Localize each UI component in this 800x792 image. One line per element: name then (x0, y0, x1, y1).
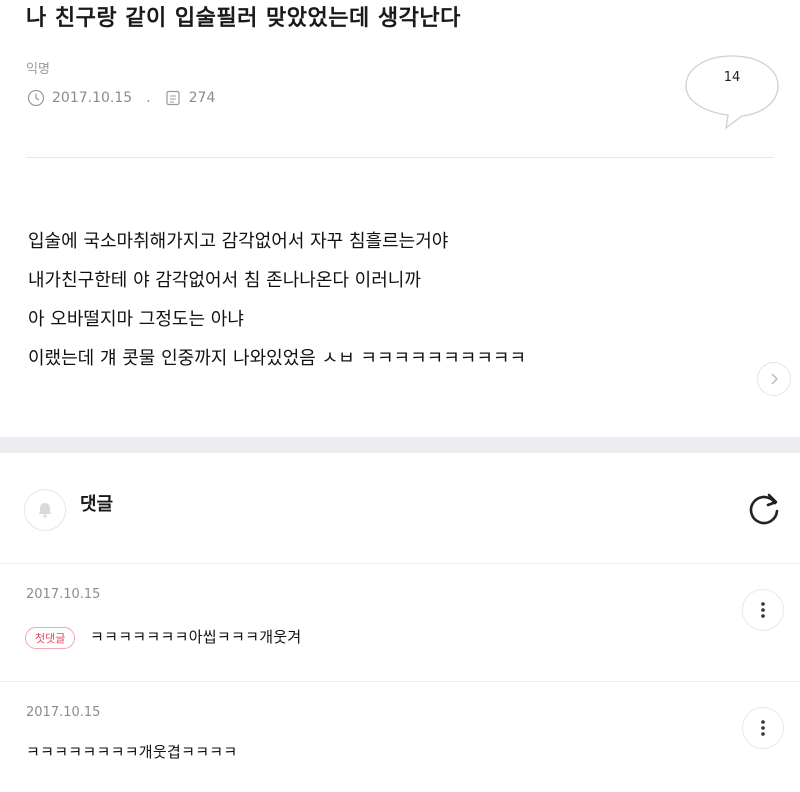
comments-label: 댓글 (80, 494, 114, 515)
clock-icon (26, 88, 46, 108)
post-date: 2017.10.15 (52, 90, 133, 106)
more-vertical-icon (761, 602, 765, 618)
bell-icon (38, 503, 52, 518)
body-line: 이랬는데 걔 콧물 인중까지 나와있었음 ㅅㅂ ㅋㅋㅋㅋㅋㅋㅋㅋㅋㅋ (28, 348, 527, 369)
more-button[interactable] (742, 589, 784, 631)
body-line: 내가친구한테 야 감각없어서 침 존나나온다 이러니까 (28, 270, 421, 291)
meta-separator: . (146, 90, 151, 106)
comment-item: 2017.10.15 첫댓글 ㅋㅋㅋㅋㅋㅋㅋ아씹ㅋㅋㅋ개웃겨 (0, 563, 800, 681)
post-meta: 2017.10.15 . 274 (26, 88, 215, 108)
comment-text: ㅋㅋㅋㅋㅋㅋㅋㅋ개웃겹ㅋㅋㅋㅋ (26, 743, 238, 761)
body-line: 입술에 국소마취해가지고 감각없어서 자꾸 침흘르는거야 (28, 231, 449, 252)
section-separator (0, 437, 800, 453)
refresh-button[interactable] (744, 490, 784, 530)
refresh-icon (749, 493, 779, 525)
speech-bubble-icon[interactable] (684, 54, 780, 130)
body-line: 아 오바떨지마 그정도는 아냐 (28, 309, 244, 330)
more-vertical-icon (761, 720, 765, 736)
comment-text: ㅋㅋㅋㅋㅋㅋㅋ아씹ㅋㅋㅋ개웃겨 (90, 628, 302, 646)
next-button[interactable] (757, 362, 791, 396)
chevron-right-icon (771, 373, 778, 385)
post-title: 나 친구랑 같이 입술필러 맞았었는데 생각난다 (26, 6, 461, 31)
notify-button[interactable] (24, 489, 66, 531)
post-author: 익명 (26, 62, 50, 77)
post-body: 입술에 국소마취해가지고 감각없어서 자꾸 침흘르는거야 내가친구한테 야 감각… (28, 222, 526, 378)
divider (26, 157, 774, 158)
document-icon (163, 88, 183, 108)
comments-header (0, 453, 800, 563)
comment-date: 2017.10.15 (26, 587, 101, 602)
first-comment-badge: 첫댓글 (25, 627, 76, 649)
post-views: 274 (188, 90, 216, 106)
comment-count[interactable]: 14 (684, 70, 780, 85)
more-button[interactable] (742, 707, 784, 749)
post-card: 나 친구랑 같이 입술필러 맞았었는데 생각난다 익명 2017.10.15 .… (0, 0, 800, 437)
comment-item: 2017.10.15 ㅋㅋㅋㅋㅋㅋㅋㅋ개웃겹ㅋㅋㅋㅋ (0, 681, 800, 792)
comment-date: 2017.10.15 (26, 705, 101, 720)
